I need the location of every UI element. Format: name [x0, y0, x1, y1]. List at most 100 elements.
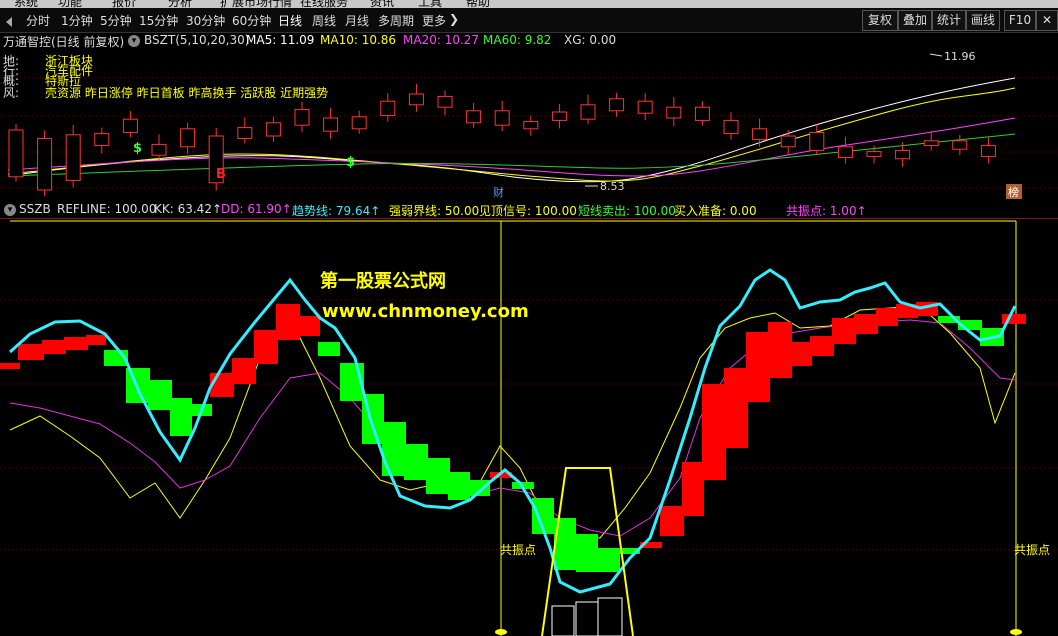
candle-body: [580, 104, 596, 120]
candle-body: [380, 100, 396, 117]
period-button-monthly[interactable]: 月线: [345, 12, 369, 29]
indicator-grid: [0, 299, 1058, 551]
candle-body: [809, 131, 825, 151]
candle-body: [323, 117, 339, 132]
buy-prepare-value: 买入准备: 0.00: [674, 204, 757, 218]
candle-body: [122, 118, 138, 133]
candle-body: [94, 133, 110, 147]
candle-body: [980, 145, 996, 157]
candle-body: [694, 106, 710, 121]
resonance-dot-1: [495, 629, 507, 635]
candle-body: [294, 109, 310, 126]
close-icon[interactable]: ✕: [1036, 10, 1058, 31]
candle-body: [180, 128, 196, 148]
indicator-menu-icon[interactable]: ▾: [128, 35, 140, 47]
high-price-label: 11.96: [944, 50, 976, 63]
ma5-value: MA5: 11.09: [246, 33, 315, 47]
kk-line: [9, 305, 1016, 539]
candle-body: [523, 121, 539, 130]
menu-item-help[interactable]: 帮助: [466, 0, 490, 8]
period-button-weekly[interactable]: 周线: [312, 12, 336, 29]
main-price-chart[interactable]: B $ $ 财 榜 11.96 8.53: [0, 48, 1058, 200]
short-sell-value: 短线卖出: 100.00: [578, 204, 676, 218]
finance-marker[interactable]: 财: [493, 185, 504, 199]
indicator-panel-menu-icon[interactable]: ▾: [4, 204, 16, 216]
candle-body: [151, 143, 167, 156]
candle-body: [837, 146, 853, 159]
period-button-60min[interactable]: 60分钟: [232, 12, 271, 29]
candle-body: [37, 137, 53, 191]
candle-body: [494, 110, 510, 126]
candle-body: [408, 93, 424, 106]
candle-body: [265, 122, 281, 137]
watermark-url: www.chnmoney.com: [322, 301, 529, 322]
f10-button[interactable]: F10: [1004, 10, 1036, 31]
candle-body: [723, 119, 739, 135]
resonance-value: 共振点: 1.00↑: [786, 204, 867, 218]
menu-item-tools[interactable]: 工具: [418, 0, 442, 8]
candle-body: [952, 140, 968, 150]
indicator-chart[interactable]: 共振点 共振点: [0, 218, 1058, 636]
period-toolbar: 分时 1分钟 5分钟 15分钟 30分钟 60分钟 日线 周线 月线 多周期 更…: [0, 8, 1058, 33]
resonance-label-1: 共振点: [500, 543, 536, 557]
period-button-15min[interactable]: 15分钟: [139, 12, 178, 29]
main-chart-info-bar: 万通智控(日线 前复权) ▾ BSZT(5,10,20,30) MA5: 11.…: [0, 32, 1058, 49]
ma20-value: MA20: 10.27: [403, 33, 480, 47]
menu-item-news[interactable]: 资讯: [370, 0, 394, 8]
low-price-label: 8.53: [600, 180, 625, 193]
dollar-marker-1: $: [133, 141, 142, 156]
candle-body: [866, 151, 882, 157]
overlay-button[interactable]: 叠加: [898, 10, 932, 31]
period-button-1min[interactable]: 1分钟: [61, 12, 93, 29]
menu-item-extended-market[interactable]: 扩展市场行情: [220, 0, 292, 8]
period-button-multi[interactable]: 多周期: [378, 12, 414, 29]
bang-marker[interactable]: 榜: [1008, 185, 1019, 199]
kk-value: KK: 63.42↑: [154, 202, 223, 216]
tag-style-key: 风:: [3, 86, 20, 100]
period-button-30min[interactable]: 30分钟: [186, 12, 225, 29]
candle-body: [895, 149, 911, 160]
resonance-label-2: 共振点: [1014, 543, 1050, 557]
candle-body: [609, 98, 625, 112]
menu-item-function[interactable]: 功能: [58, 0, 82, 8]
menu-item-system[interactable]: 系统: [14, 0, 38, 8]
top-signal-value: 见顶信号: 100.00: [479, 204, 577, 218]
main-indicator-name[interactable]: BSZT(5,10,20,30): [144, 33, 249, 47]
dd-line: [9, 319, 1016, 537]
menu-item-online-service[interactable]: 在线服务: [300, 0, 348, 8]
candle-body: [637, 100, 653, 114]
ma10-value: MA10: 10.86: [320, 33, 397, 47]
draw-line-button[interactable]: 画线: [966, 10, 1000, 31]
scroll-left-icon[interactable]: [6, 17, 12, 27]
candle-body: [437, 95, 453, 108]
dd-value: DD: 61.90↑: [221, 202, 292, 216]
adjust-button[interactable]: 复权: [862, 10, 898, 31]
top-menu-bar: 系统 功能 报价 分析 扩展市场行情 在线服务 资讯 工具 帮助: [0, 0, 1058, 8]
period-button-5min[interactable]: 5分钟: [100, 12, 132, 29]
tag-style-value: 壳资源 昨日涨停 昨日首板 昨高换手 活跃股 近期强势: [45, 86, 329, 100]
period-button-more[interactable]: 更多: [422, 12, 446, 29]
dollar-marker-2: $: [346, 155, 355, 170]
trend-line-value: 趋势线: 79.64↑: [292, 204, 381, 218]
indicator-panel-name[interactable]: SSZB: [19, 202, 51, 216]
candle-body: [752, 128, 768, 141]
more-chevron-icon[interactable]: ❯: [449, 12, 459, 26]
xg-value: XG: 0.00: [564, 33, 617, 47]
watermark-title: 第一股票公式网: [320, 271, 446, 292]
period-button-timeshare[interactable]: 分时: [26, 12, 50, 29]
resonance-dot-2: [1010, 629, 1022, 635]
bottom-bars: [551, 597, 623, 636]
candle-body: [780, 135, 796, 148]
candle-body: [551, 111, 567, 121]
refline-value: REFLINE: 100.00: [57, 202, 157, 216]
strength-boundary-value: 强弱界线: 50.00: [389, 204, 480, 218]
candle-body: [923, 140, 939, 147]
candle-body: [65, 134, 81, 181]
candle-body: [8, 129, 24, 178]
statistics-button[interactable]: 统计: [932, 10, 966, 31]
candle-body: [666, 106, 682, 119]
menu-item-analysis[interactable]: 分析: [168, 0, 192, 8]
menu-item-quote[interactable]: 报价: [112, 0, 136, 8]
ma60-value: MA60: 9.82: [483, 33, 552, 47]
period-button-daily[interactable]: 日线: [278, 12, 302, 29]
